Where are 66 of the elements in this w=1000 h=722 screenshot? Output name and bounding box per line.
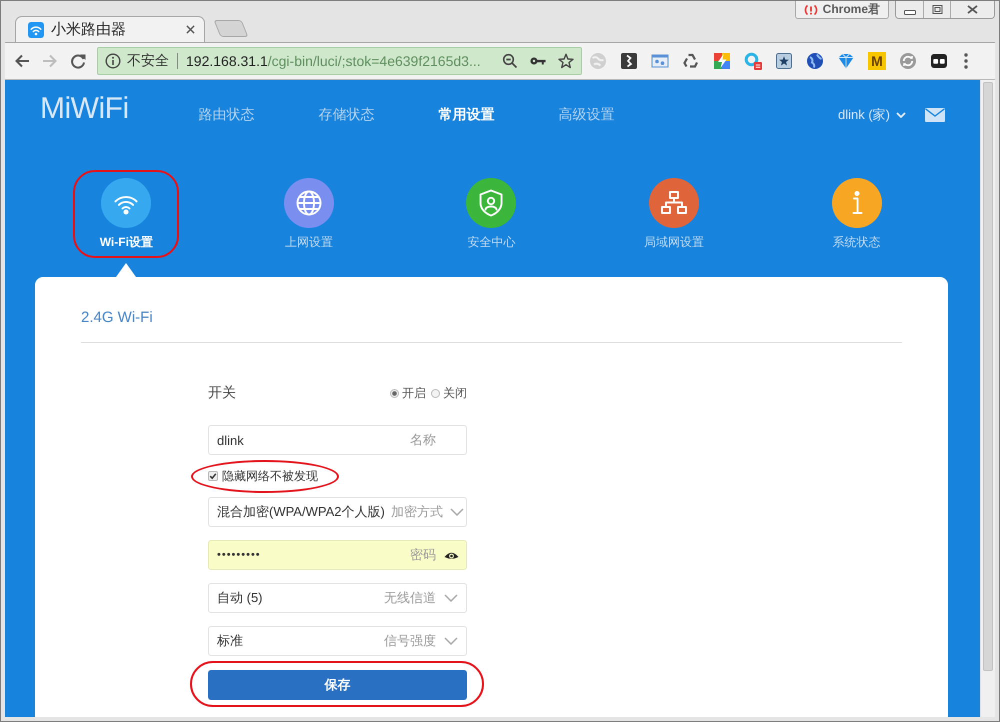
select-field[interactable]: 标准 信号强度 (208, 626, 467, 656)
security-label: 不安全 (127, 52, 169, 70)
switch-label: 开关 (208, 384, 236, 402)
alert-icon (804, 4, 818, 16)
radio-option[interactable]: 关闭 (431, 384, 467, 402)
tile-icon[interactable] (620, 52, 638, 70)
url-text[interactable]: 192.168.31.1/cgi-bin/luci/;stok=4e639f2165d3... (186, 53, 481, 69)
zoom-out-icon[interactable] (502, 53, 518, 69)
gem-icon[interactable] (837, 52, 855, 70)
logo[interactable]: MiWiFi (40, 92, 129, 126)
tile-icon[interactable] (930, 52, 948, 70)
quick-nav-item[interactable]: 局域网设置 (644, 178, 704, 250)
maximize-icon (932, 5, 942, 14)
profile-button[interactable]: Chrome君 (794, 1, 889, 19)
menu-icon[interactable] (964, 53, 968, 69)
radio-icon[interactable] (431, 388, 440, 398)
save-button[interactable]: 保存 (208, 670, 467, 700)
extension-button[interactable]: M (868, 52, 886, 70)
star-tile-icon[interactable] (775, 52, 793, 70)
field-label: 密码 (410, 546, 436, 564)
field-label: 名称 (410, 431, 436, 449)
checkbox-icon[interactable] (208, 471, 218, 481)
field-label: 信号强度 (384, 632, 436, 650)
user-menu[interactable]: dlink (家) (838, 106, 906, 124)
chevron-down-icon (444, 637, 458, 645)
nav-tab[interactable]: 常用设置 (438, 106, 495, 124)
address-bar[interactable]: 不安全 192.168.31.1/cgi-bin/luci/;stok=4e639f2165d3... (97, 47, 582, 75)
close-icon (967, 5, 978, 14)
checkbox-option[interactable]: 隐藏网络不被发现 (208, 468, 318, 484)
quick-nav-item[interactable]: 系统状态 (832, 178, 882, 250)
recycle-icon[interactable] (682, 52, 700, 70)
password-field[interactable]: ••••••••• 密码 (208, 540, 467, 570)
star-icon[interactable] (558, 53, 574, 69)
back-icon[interactable] (14, 53, 30, 69)
caret-icon (896, 112, 906, 118)
quick-nav-item[interactable]: 安全中心 (466, 178, 516, 250)
field-label: 加密方式 (390, 503, 443, 521)
reload-icon[interactable] (70, 53, 86, 69)
minimize-icon (904, 10, 916, 14)
ring-icon[interactable] (744, 52, 762, 70)
window-icon[interactable] (651, 52, 669, 70)
chevron-down-icon (444, 594, 458, 602)
browser-tab[interactable]: 小米路由器 (15, 16, 205, 42)
field-label: 无线信道 (384, 589, 436, 607)
sync-icon[interactable] (899, 52, 917, 70)
mail-icon[interactable] (925, 108, 945, 122)
quick-nav-item[interactable]: 上网设置 (284, 178, 334, 250)
wifi-icon (28, 22, 44, 38)
close-icon[interactable] (186, 25, 195, 34)
radio-icon[interactable] (390, 388, 399, 398)
input-field[interactable]: dlink 名称 (208, 425, 467, 455)
minimize-button[interactable] (896, 1, 923, 18)
scrollbar[interactable] (980, 80, 995, 717)
quick-nav-item[interactable]: Wi-Fi设置 (100, 178, 153, 250)
select-field[interactable]: 混合加密(WPA/WPA2个人版) 加密方式 (208, 497, 467, 527)
globe-icon[interactable] (806, 52, 824, 70)
lightning-icon[interactable] (713, 52, 731, 70)
select-field[interactable]: 自动 (5) 无线信道 (208, 583, 467, 613)
chevron-down-icon (450, 508, 464, 516)
eye-icon[interactable] (444, 550, 458, 560)
close-button[interactable] (950, 1, 994, 18)
radio-option[interactable]: 开启 (390, 384, 426, 402)
scrollbar-thumb[interactable] (983, 82, 993, 671)
info-icon[interactable] (105, 53, 121, 69)
section-title: 2.4G Wi-Fi (81, 308, 154, 328)
maximize-button[interactable] (923, 1, 950, 18)
